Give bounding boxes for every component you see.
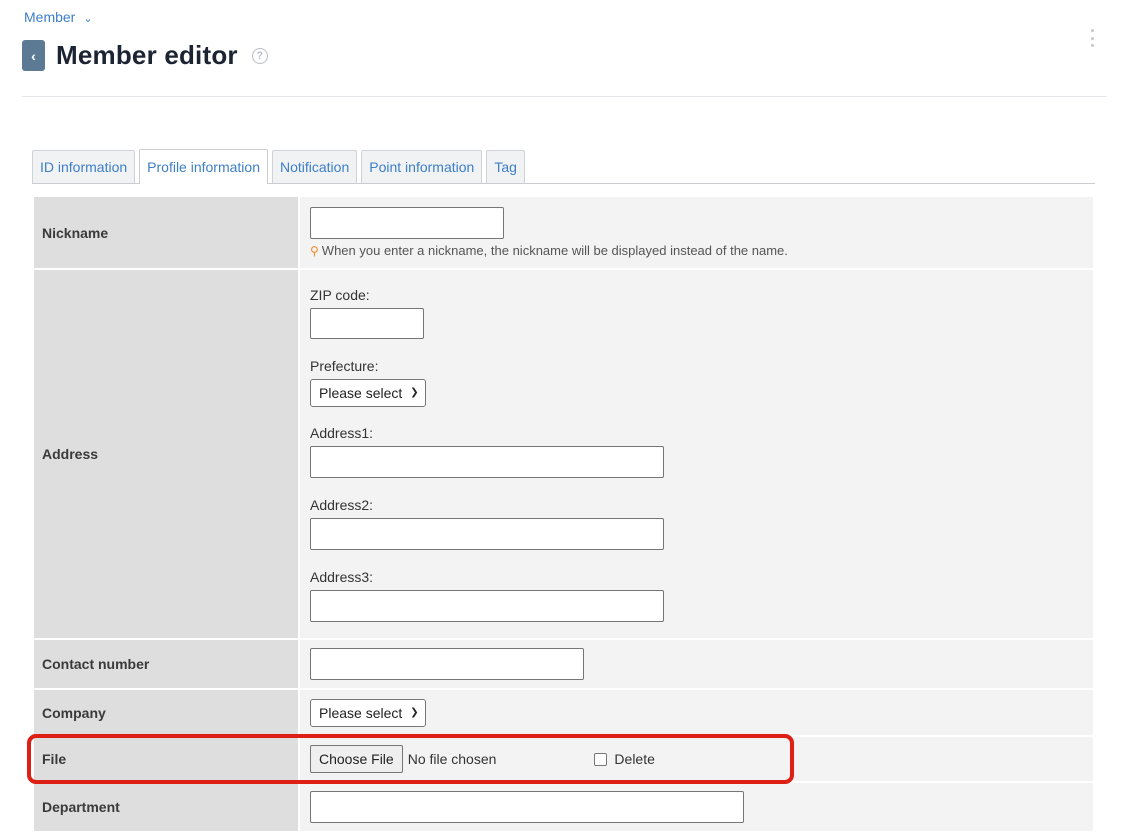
address1-label: Address1: xyxy=(310,424,374,441)
company-cell: Please select ❯ xyxy=(300,690,1093,735)
lightbulb-icon: ⚲ xyxy=(310,243,319,258)
delete-option: Delete xyxy=(594,751,655,767)
breadcrumb-label: Member xyxy=(24,9,76,25)
choose-file-button[interactable]: Choose File xyxy=(310,745,403,773)
tab-point-information[interactable]: Point information xyxy=(361,150,483,183)
address3-label: Address3: xyxy=(310,568,374,585)
nickname-label: Nickname xyxy=(34,197,298,268)
prefecture-select[interactable]: Please select ❯ xyxy=(310,378,426,407)
nickname-row: Nickname ⚲ When you enter a nickname, th… xyxy=(34,197,1093,268)
company-row: Company Please select ❯ xyxy=(34,690,1093,735)
breadcrumb[interactable]: Member ⌄ xyxy=(24,9,93,25)
delete-checkbox[interactable] xyxy=(594,752,608,766)
file-cell: Choose File No file chosen Delete xyxy=(300,737,1093,781)
back-button[interactable]: ‹ xyxy=(22,40,45,71)
nickname-cell: ⚲ When you enter a nickname, the nicknam… xyxy=(300,197,1093,268)
help-icon[interactable]: ? xyxy=(251,47,268,64)
more-options-icon[interactable] xyxy=(1087,29,1097,47)
contact-input[interactable] xyxy=(310,648,584,680)
contact-cell xyxy=(300,640,1093,688)
chevron-left-icon: ‹ xyxy=(31,47,36,64)
file-label: File xyxy=(34,737,298,781)
address-cell: ZIP code: Prefecture: Please select ❯ Ad… xyxy=(300,270,1093,638)
address2-label: Address2: xyxy=(310,496,374,513)
nickname-input[interactable] xyxy=(310,207,504,239)
company-select[interactable]: Please select ❯ xyxy=(310,698,426,727)
tab-id-information[interactable]: ID information xyxy=(32,150,136,183)
address3-input[interactable] xyxy=(310,589,664,622)
address-label: Address xyxy=(34,270,298,638)
file-status: No file chosen xyxy=(407,751,497,767)
tab-bar: ID information Profile information Notif… xyxy=(32,149,1095,184)
company-label: Company xyxy=(34,690,298,735)
profile-form: Nickname ⚲ When you enter a nickname, th… xyxy=(32,195,1095,833)
company-select-value: Please select xyxy=(319,704,403,721)
contact-row: Contact number xyxy=(34,640,1093,688)
delete-label: Delete xyxy=(614,751,655,767)
department-cell xyxy=(300,783,1093,831)
chevron-down-icon: ❯ xyxy=(410,387,419,398)
header-divider xyxy=(22,96,1107,97)
prefecture-select-value: Please select xyxy=(319,384,403,401)
tab-tag[interactable]: Tag xyxy=(486,150,525,183)
nickname-note: ⚲ When you enter a nickname, the nicknam… xyxy=(310,243,1083,258)
nickname-note-text: When you enter a nickname, the nickname … xyxy=(321,243,788,258)
page-title: Member editor xyxy=(56,40,238,70)
tab-notification[interactable]: Notification xyxy=(271,150,358,183)
address1-input[interactable] xyxy=(310,445,664,478)
address2-input[interactable] xyxy=(310,517,664,550)
zip-label: ZIP code: xyxy=(310,286,370,303)
prefecture-label: Prefecture: xyxy=(310,357,379,374)
department-label: Department xyxy=(34,783,298,831)
address-row: Address ZIP code: Prefecture: Please sel… xyxy=(34,270,1093,638)
chevron-down-icon: ⌄ xyxy=(83,12,93,25)
chevron-down-icon: ❯ xyxy=(410,707,419,718)
contact-label: Contact number xyxy=(34,640,298,688)
department-input[interactable] xyxy=(310,791,744,823)
department-row: Department xyxy=(34,783,1093,831)
zip-input[interactable] xyxy=(310,307,424,339)
file-row: File Choose File No file chosen Delete xyxy=(34,737,1093,781)
title-row: ‹ Member editor ? xyxy=(22,40,268,71)
tab-profile-information[interactable]: Profile information xyxy=(139,149,268,184)
